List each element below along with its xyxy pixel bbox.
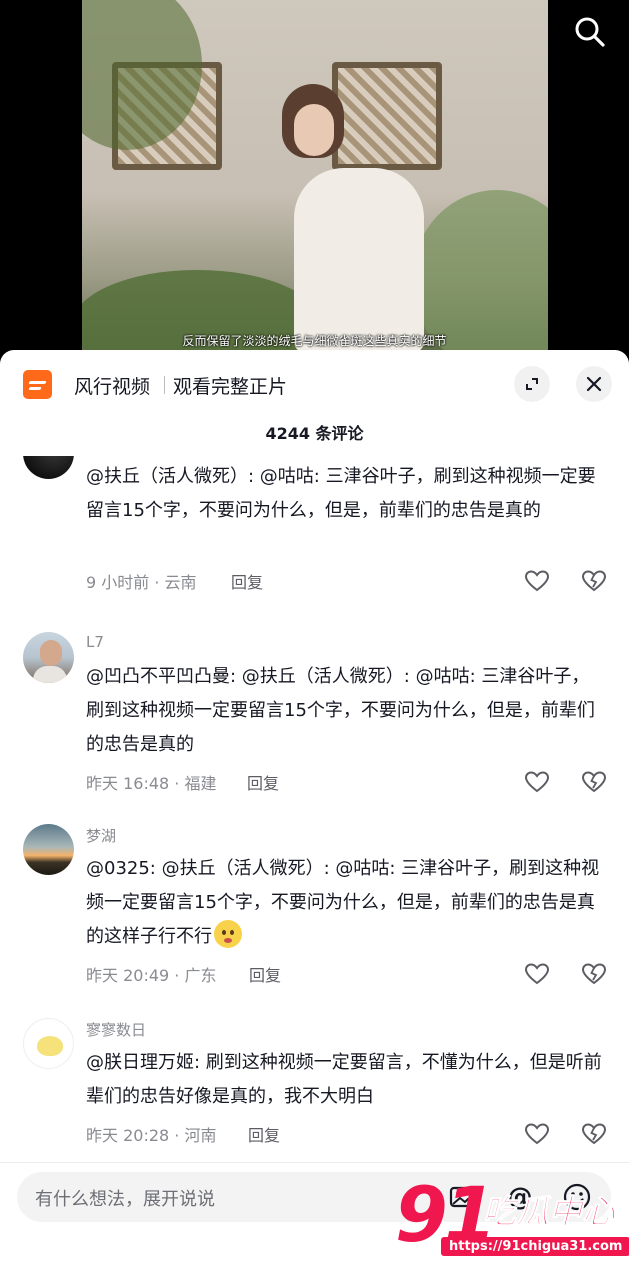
dislike-icon [581, 570, 607, 592]
reply-button[interactable]: 回复 [249, 962, 281, 986]
comment-author[interactable]: 梦湖 [86, 825, 116, 846]
dislike-icon [581, 771, 607, 793]
comment-text: @0325: @扶丘（活人微死）: @咕咕: 三津谷叶子，刷到这种视频一定要留言… [86, 852, 606, 954]
like-button[interactable] [524, 569, 550, 593]
watermark: 91 吃瓜中心 https://91chigua31.com [395, 1175, 629, 1267]
expand-icon [526, 378, 538, 390]
search-icon [575, 17, 605, 47]
comment-item: 梦湖 @0325: @扶丘（活人微死）: @咕咕: 三津谷叶子，刷到这种视频一定… [0, 824, 629, 1010]
avatar[interactable] [23, 1018, 74, 1069]
promo-cta-link[interactable]: 观看完整正片 [173, 372, 287, 399]
person-face [294, 104, 334, 156]
like-icon [524, 963, 550, 985]
plant-right [412, 190, 548, 352]
like-button[interactable] [524, 1122, 550, 1146]
comment-meta: 昨天 20:49 · 广东 [86, 966, 217, 985]
promo-app-name[interactable]: 风行视频 [74, 372, 150, 399]
avatar[interactable] [23, 824, 74, 875]
close-button[interactable] [576, 366, 612, 402]
avatar[interactable] [23, 632, 74, 683]
comment-text-content: @0325: @扶丘（活人微死）: @咕咕: 三津谷叶子，刷到这种视频一定要留言… [86, 858, 600, 947]
app-logo-icon [23, 370, 52, 399]
comment-author[interactable]: L7 [86, 633, 104, 651]
promo-banner[interactable]: 风行视频 观看完整正片 [0, 350, 629, 420]
like-button[interactable] [524, 962, 550, 986]
flushed-emoji-icon [214, 920, 242, 948]
like-icon [524, 570, 550, 592]
comment-panel: 风行视频 观看完整正片 4244 条评论 @扶丘（活人微死）: @咕咕: 三津谷… [0, 350, 629, 1280]
comment-meta: 昨天 16:48 · 福建 [86, 774, 217, 793]
comment-text: @扶丘（活人微死）: @咕咕: 三津谷叶子，刷到这种视频一定要留言15个字，不要… [86, 466, 596, 521]
search-button[interactable] [570, 12, 610, 52]
reply-button[interactable]: 回复 [247, 770, 279, 794]
comment-list[interactable]: @扶丘（活人微死）: @咕咕: 三津谷叶子，刷到这种视频一定要留言15个字，不要… [0, 456, 629, 1160]
close-icon [586, 376, 602, 392]
watermark-url: https://91chigua31.com [441, 1237, 629, 1256]
like-icon [524, 1123, 550, 1145]
comment-item: L7 @凹凸不平凹凸曼: @扶丘（活人微死）: @咕咕: 三津谷叶子，刷到这种视… [0, 632, 629, 818]
comment-author[interactable]: 寥寥数日 [86, 1019, 146, 1040]
video-subtitle: 反而保留了淡淡的绒毛与细微雀斑这些真实的细节 [182, 334, 447, 348]
comment-item: @扶丘（活人微死）: @咕咕: 三津谷叶子，刷到这种视频一定要留言15个字，不要… [0, 456, 629, 598]
like-button[interactable] [524, 770, 550, 794]
comment-text: @凹凸不平凹凸曼: @扶丘（活人微死）: @咕咕: 三津谷叶子，刷到这种视频一定… [86, 666, 595, 755]
input-divider [0, 1162, 629, 1163]
dislike-icon [581, 1123, 607, 1145]
dislike-button[interactable] [581, 962, 607, 986]
comment-meta: 9 小时前 · 云南 [86, 573, 197, 592]
comment-item: 寥寥数日 @朕日理万姬: 刷到这种视频一定要留言，不懂为什么，但是听前辈们的忠告… [0, 1018, 629, 1160]
reply-button[interactable]: 回复 [248, 1122, 280, 1146]
dislike-button[interactable] [581, 569, 607, 593]
wall-vent-right [332, 62, 442, 170]
expand-button[interactable] [514, 366, 550, 402]
video-frame [82, 0, 548, 352]
dislike-icon [581, 963, 607, 985]
watermark-name: 吃瓜中心 [483, 1192, 616, 1232]
avatar[interactable] [23, 456, 74, 479]
comment-input[interactable]: 有什么想法，展开说说 [35, 1185, 215, 1211]
comment-text: @朕日理万姬: 刷到这种视频一定要留言，不懂为什么，但是听前辈们的忠告好像是真的… [86, 1052, 602, 1107]
video-player[interactable]: 反而保留了淡淡的绒毛与细微雀斑这些真实的细节 [0, 0, 629, 352]
comment-count: 4244 条评论 [265, 424, 364, 443]
like-icon [524, 771, 550, 793]
dislike-button[interactable] [581, 1122, 607, 1146]
comment-meta: 昨天 20:28 · 河南 [86, 1126, 217, 1145]
dislike-button[interactable] [581, 770, 607, 794]
reply-button[interactable]: 回复 [231, 569, 263, 593]
promo-separator [164, 376, 165, 394]
person-dress [294, 168, 424, 352]
